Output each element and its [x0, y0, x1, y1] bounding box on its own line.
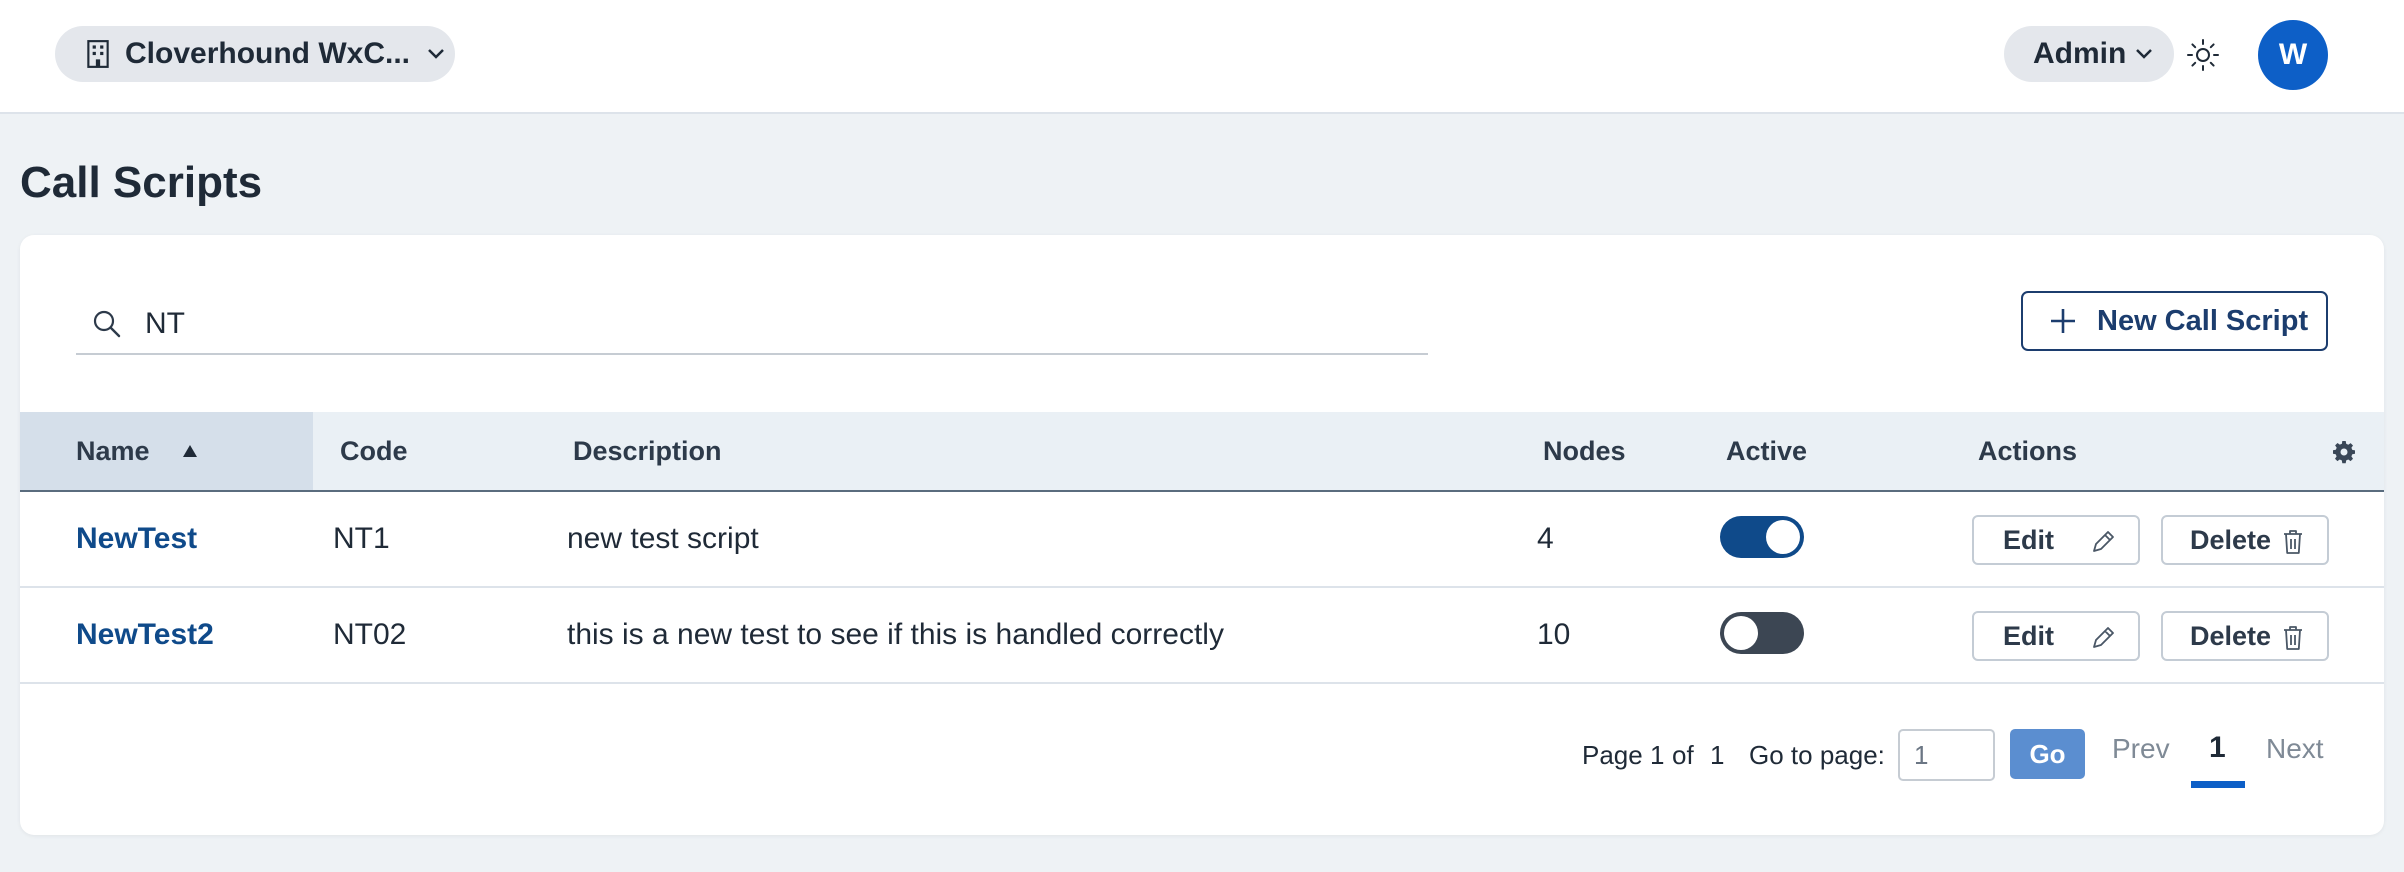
script-code: NT1	[333, 522, 390, 555]
new-call-script-label: New Call Script	[2097, 304, 2309, 337]
edit-button[interactable]: Edit	[1972, 515, 2140, 565]
toggle-knob	[1724, 616, 1758, 650]
toggle-knob	[1766, 520, 1800, 554]
search-bar	[76, 295, 1428, 355]
column-header-active[interactable]: Active	[1726, 412, 1807, 490]
script-nodes: 10	[1537, 618, 1571, 651]
delete-button[interactable]: Delete	[2161, 515, 2329, 565]
edit-label: Edit	[2003, 524, 2054, 555]
org-selector[interactable]: Cloverhound WxC...	[55, 26, 455, 82]
column-header-name[interactable]: Name	[20, 412, 313, 490]
new-call-script-button[interactable]: New Call Script	[2021, 291, 2328, 351]
script-nodes: 4	[1537, 522, 1554, 555]
delete-label: Delete	[2190, 524, 2272, 555]
avatar[interactable]: W	[2258, 20, 2328, 90]
plus-icon	[2051, 309, 2075, 333]
table-row: NewTest NT1 new test script 4 Edit Delet…	[20, 492, 2384, 588]
role-label: Admin	[2033, 37, 2127, 70]
goto-page-label: Go to page:	[1749, 740, 1885, 770]
sort-up-icon	[182, 445, 197, 457]
gear-icon[interactable]	[2332, 440, 2356, 464]
current-page-number[interactable]: 1	[2209, 731, 2226, 765]
page-of-label: of	[1672, 740, 1694, 770]
script-name-link[interactable]: NewTest2	[76, 588, 214, 682]
page-title: Call Scripts	[20, 158, 263, 207]
delete-label: Delete	[2190, 620, 2272, 651]
column-header-description[interactable]: Description	[573, 412, 722, 490]
trash-icon	[2284, 530, 2302, 554]
goto-page-input[interactable]	[1898, 729, 1995, 781]
active-toggle[interactable]	[1720, 516, 1804, 558]
column-header-code[interactable]: Code	[340, 412, 408, 490]
go-button[interactable]: Go	[2010, 729, 2085, 779]
current-page-indicator	[2191, 781, 2245, 788]
pencil-icon	[2093, 627, 2114, 648]
prev-page-button[interactable]: Prev	[2112, 733, 2170, 765]
org-name: Cloverhound WxC...	[125, 37, 410, 70]
active-toggle[interactable]	[1720, 612, 1804, 654]
chevron-down-icon	[428, 49, 444, 59]
next-page-button[interactable]: Next	[2266, 733, 2324, 765]
edit-button[interactable]: Edit	[1972, 611, 2140, 661]
building-icon	[87, 40, 109, 68]
chevron-down-icon	[2136, 49, 2153, 59]
page-label: Page 1	[1582, 740, 1665, 770]
script-description: this is a new test to see if this is han…	[567, 618, 1224, 651]
script-code: NT02	[333, 618, 407, 651]
table-row: NewTest2 NT02 this is a new test to see …	[20, 588, 2384, 684]
table-header: Name Code Description Nodes Active Actio…	[20, 412, 2384, 492]
script-name-link[interactable]: NewTest	[76, 492, 197, 586]
call-scripts-card: New Call Script Name Code Description No…	[20, 235, 2384, 835]
top-bar: Cloverhound WxC... Admin W	[0, 0, 2404, 114]
column-header-actions: Actions	[1978, 435, 2078, 466]
pencil-icon	[2093, 531, 2114, 552]
page-total: 1	[1710, 740, 1725, 770]
script-description: new test script	[567, 522, 759, 555]
search-input[interactable]	[145, 307, 1345, 341]
search-icon	[93, 310, 121, 338]
delete-button[interactable]: Delete	[2161, 611, 2329, 661]
column-header-nodes[interactable]: Nodes	[1543, 412, 1626, 490]
column-label-name: Name	[76, 435, 150, 466]
role-menu[interactable]: Admin	[2004, 26, 2174, 82]
edit-label: Edit	[2003, 620, 2054, 651]
trash-icon	[2284, 626, 2302, 650]
sun-icon[interactable]	[2186, 38, 2220, 72]
